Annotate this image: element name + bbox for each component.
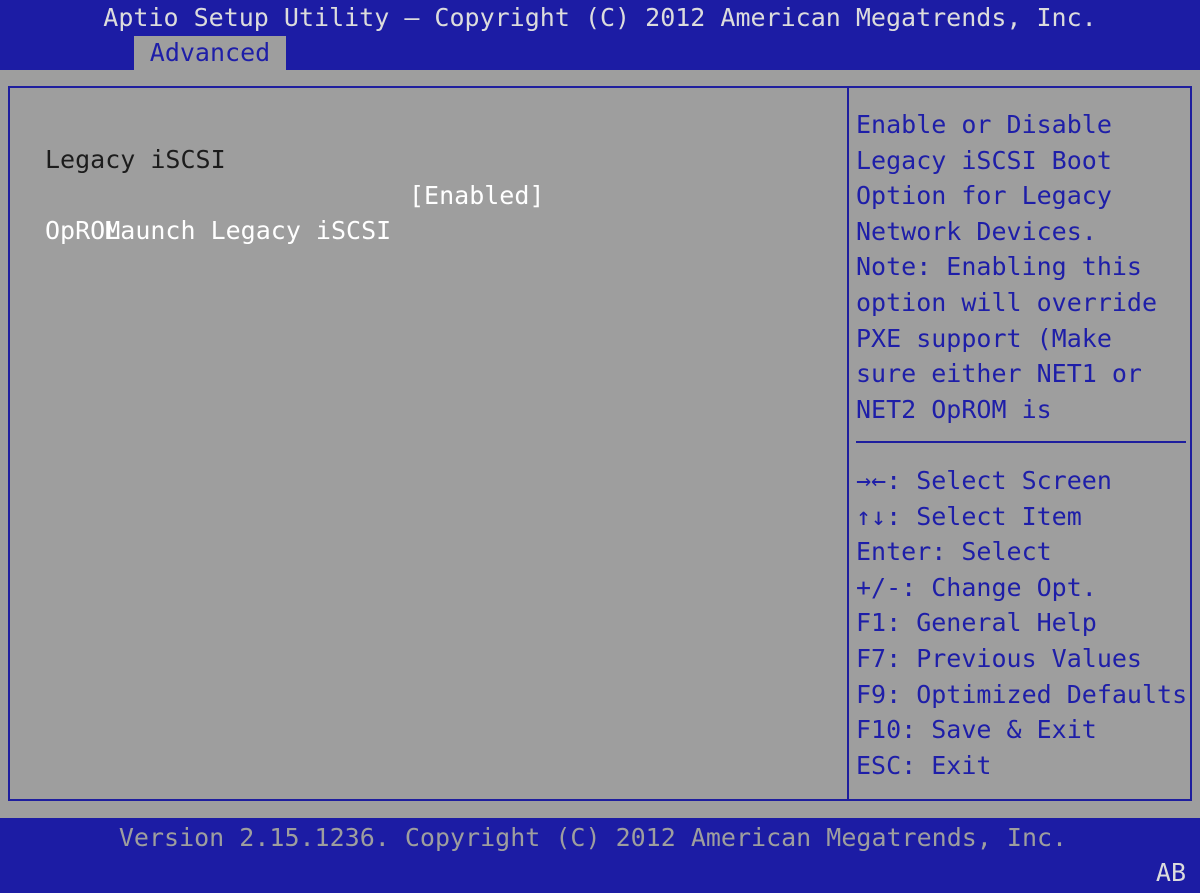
help-line: sure either NET1 or bbox=[856, 359, 1142, 389]
help-line: Enable or Disable bbox=[856, 110, 1112, 139]
help-divider-horizontal bbox=[856, 441, 1186, 443]
key-optimized-defaults: F9: Optimized Defaults bbox=[856, 679, 1188, 709]
key-save-exit: F10: Save & Exit bbox=[856, 715, 1097, 745]
key-legend: →←: Select Screen ↑↓: Select Item Enter:… bbox=[856, 463, 1192, 783]
option-value[interactable]: [Enabled] bbox=[409, 178, 544, 214]
key-general-help: F1: General Help bbox=[856, 608, 1097, 638]
key-select-item: ↑↓: Select Item bbox=[856, 501, 1082, 531]
key-change-opt: +/-: Change Opt. bbox=[856, 572, 1097, 602]
key-esc-exit: ESC: Exit bbox=[856, 750, 992, 780]
help-line: NET2 OpROM is bbox=[856, 394, 1052, 424]
tab-advanced[interactable]: Advanced bbox=[134, 36, 286, 70]
help-line: Network Devices. bbox=[856, 216, 1097, 246]
settings-panel: Legacy iSCSI Launch Legacy iSCSI [Enable… bbox=[45, 142, 835, 249]
help-line: Note: Enabling this bbox=[856, 252, 1142, 282]
app-title: Aptio Setup Utility – Copyright (C) 2012… bbox=[103, 3, 1097, 32]
key-enter-select: Enter: Select bbox=[856, 537, 1052, 567]
help-line: Legacy iSCSI Boot bbox=[856, 145, 1112, 175]
help-text-panel: Enable or Disable Legacy iSCSI Boot Opti… bbox=[856, 107, 1192, 427]
help-line: Option for Legacy bbox=[856, 181, 1112, 211]
key-previous-values: F7: Previous Values bbox=[856, 643, 1142, 673]
group-label-legacy-iscsi: Legacy iSCSI bbox=[45, 145, 226, 174]
version-text: Version 2.15.1236. Copyright (C) 2012 Am… bbox=[118, 823, 1068, 852]
help-line: option will override bbox=[856, 287, 1158, 317]
help-line: PXE support (Make bbox=[856, 323, 1112, 353]
option-launch-legacy-iscsi-oprom[interactable]: Launch Legacy iSCSI [Enabled] bbox=[45, 178, 835, 246]
key-select-screen: →←: Select Screen bbox=[856, 466, 1112, 495]
keyboard-indicator: AB bbox=[1155, 858, 1186, 887]
panel-divider-vertical bbox=[847, 86, 849, 801]
option-label-continued[interactable]: OpROM bbox=[45, 213, 835, 249]
